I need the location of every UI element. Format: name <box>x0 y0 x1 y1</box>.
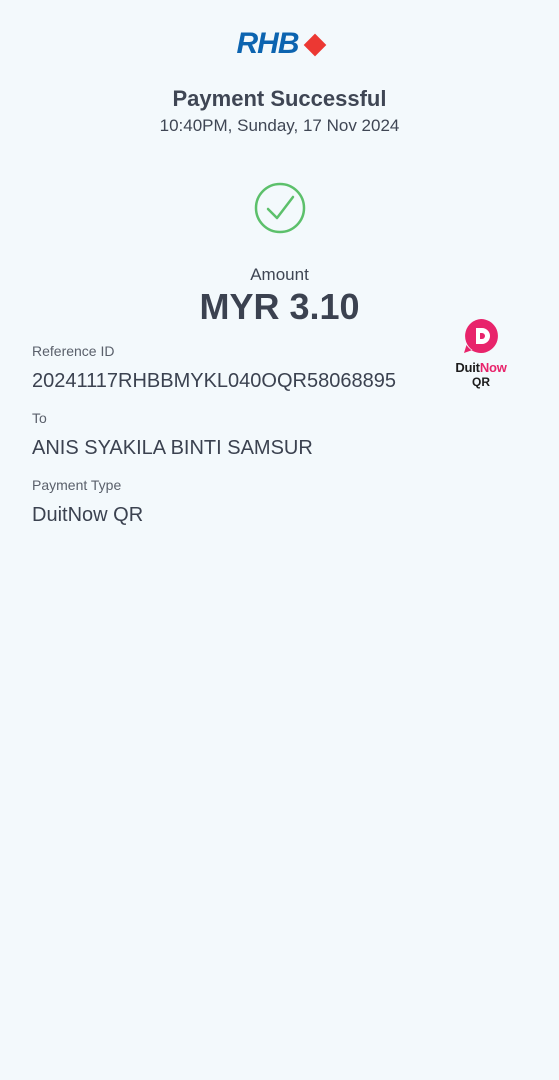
duitnow-qr-text: QR <box>472 375 490 389</box>
rhb-diamond-icon <box>303 33 326 57</box>
duitnow-brand-text: DuitNow <box>455 360 507 375</box>
amount-label: Amount <box>250 265 309 284</box>
payment-type-label: Payment Type <box>32 477 122 493</box>
recipient-value: ANIS SYAKILA BINTI SAMSUR <box>32 437 313 459</box>
rhb-logo: RHB <box>0 26 559 62</box>
recipient-label: To <box>32 410 47 426</box>
payment-type-value: DuitNow QR <box>32 504 144 526</box>
rhb-logo-text: RHB <box>236 27 300 60</box>
reference-id-label: Reference ID <box>32 343 115 359</box>
duitnow-qr-badge: DuitNow QR <box>448 318 514 389</box>
transaction-datetime: 10:40PM, Sunday, 17 Nov 2024 <box>159 116 400 135</box>
reference-id-value: 20241117RHBBMYKL040OQR58068895 <box>32 370 396 392</box>
check-circle-icon <box>254 182 306 234</box>
duitnow-logo-icon <box>464 319 498 353</box>
page-title: Payment Successful <box>172 86 387 111</box>
